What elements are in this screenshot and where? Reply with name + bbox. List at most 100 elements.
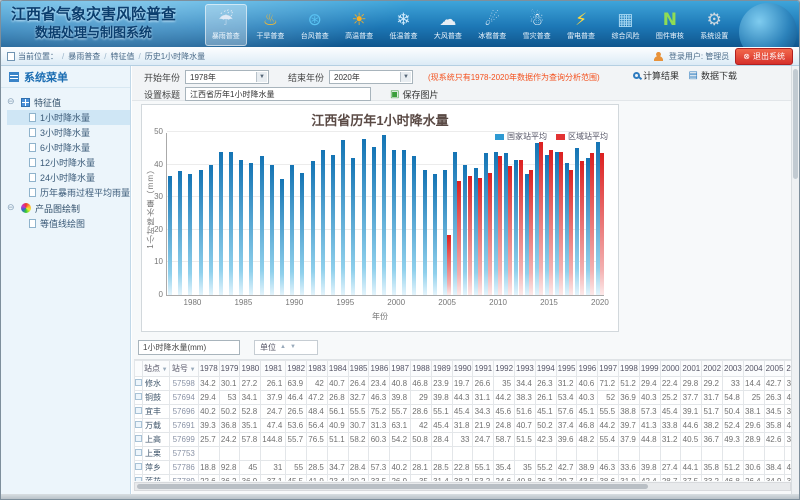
row-expand-icon[interactable] xyxy=(135,449,142,456)
row-expander-cell[interactable] xyxy=(135,419,143,433)
value-cell: 51.7 xyxy=(702,405,723,419)
value-cell: 44.8 xyxy=(639,433,660,447)
value-cell: 35.8 xyxy=(764,419,785,433)
row-expander-cell[interactable] xyxy=(135,433,143,447)
bar-national-1987 xyxy=(260,156,264,295)
scrollbar-thumb[interactable] xyxy=(137,484,648,489)
table-row[interactable]: 上栗57753 xyxy=(135,447,792,461)
table-row[interactable]: 万载5769139.336.835.147.453.656.440.930.73… xyxy=(135,419,792,433)
toolbar-item-hail[interactable]: ☄冰雹普查 xyxy=(472,4,513,46)
value-cell: 34.7 xyxy=(327,461,348,475)
toolbar-item-audit[interactable]: N图件审核 xyxy=(649,4,690,46)
year-column-header: 1999 xyxy=(639,361,660,377)
value-cell: 31 xyxy=(261,461,286,475)
scrollbar-thumb[interactable] xyxy=(793,69,798,179)
sidebar-item-历年暴雨过程平均雨量[interactable]: 历年暴雨过程平均雨量 xyxy=(7,185,130,200)
sort-icon[interactable]: ▼ xyxy=(188,367,196,373)
sidebar-item-6小时降水量[interactable]: 6小时降水量 xyxy=(7,140,130,155)
tree-group-1[interactable]: ⊖产品图绘制 xyxy=(7,200,130,216)
row-expand-icon[interactable] xyxy=(135,421,142,428)
value-cell: 35 xyxy=(494,377,515,391)
tree-expander-icon[interactable]: ⊖ xyxy=(7,203,17,213)
tree-group-0[interactable]: ⊖特征值 xyxy=(7,94,130,110)
unit-filter[interactable]: 单位 ▲ ▼ xyxy=(254,340,318,355)
sort-icon[interactable]: ▼ xyxy=(160,367,168,373)
save-image-button[interactable]: ▣ 保存图片 xyxy=(390,88,438,101)
value-cell: 36.9 xyxy=(240,475,261,482)
data-table: 站点 ▼站号 ▼19781979198019811982198319841985… xyxy=(134,360,791,481)
bar-national-1982 xyxy=(209,165,213,295)
breadcrumb-item[interactable]: 历史1小时降水量 xyxy=(145,52,205,61)
value-cell xyxy=(660,447,681,461)
value-cell: 45.4 xyxy=(431,419,452,433)
toolbar-item-drought[interactable]: ♨干旱普查 xyxy=(250,4,291,46)
value-cell: 38.9 xyxy=(577,461,598,475)
toolbar-item-gale[interactable]: ☁大风普查 xyxy=(427,4,468,46)
table-row[interactable]: 上高5769925.724.257.8144.855.776.551.158.2… xyxy=(135,433,792,447)
row-expander-cell[interactable] xyxy=(135,377,143,391)
settings-icon: ⚙ xyxy=(707,10,722,32)
calc-result-button[interactable]: 计算结果 xyxy=(633,69,679,82)
main-vertical-scrollbar[interactable] xyxy=(791,66,799,494)
toolbar-item-risk[interactable]: ▦综合风险 xyxy=(605,4,646,46)
value-cell: 51.2 xyxy=(723,461,744,475)
end-year-select[interactable]: 2020年 ▼ xyxy=(329,70,413,84)
sidebar-item-1小时降水量[interactable]: 1小时降水量 xyxy=(7,110,130,125)
toolbar-item-settings[interactable]: ⚙系统设置 xyxy=(694,4,735,46)
toolbar-item-lightning[interactable]: ⚡雷电普查 xyxy=(560,4,601,46)
breadcrumb-item[interactable]: 暴雨普查 xyxy=(68,52,100,61)
row-expander-cell[interactable] xyxy=(135,391,143,405)
breadcrumb-item[interactable]: 特征值 xyxy=(110,52,134,61)
year-column-header: 1988 xyxy=(411,361,432,377)
toolbar-item-high-temp[interactable]: ☀高温普查 xyxy=(338,4,379,46)
value-cell: 37.7 xyxy=(681,391,702,405)
chart-title-input[interactable] xyxy=(185,87,371,101)
row-expander-cell[interactable] xyxy=(135,475,143,482)
x-tick-label: 2005 xyxy=(432,298,462,307)
sidebar-item-24小时降水量[interactable]: 24小时降水量 xyxy=(7,170,130,185)
toolbar-item-typhoon[interactable]: ⊛台风普查 xyxy=(294,4,335,46)
station-id-cell: 57696 xyxy=(169,405,198,419)
row-expand-icon[interactable] xyxy=(135,435,142,442)
x-tick-label: 2020 xyxy=(585,298,615,307)
sidebar-title: 系统菜单 xyxy=(1,66,130,88)
bar-regional-2011 xyxy=(508,166,512,295)
row-expander-cell[interactable] xyxy=(135,447,143,461)
toolbar-item-low-temp[interactable]: ❄低温普查 xyxy=(383,4,424,46)
tree-expander-icon[interactable]: ⊖ xyxy=(7,97,17,107)
row-expand-icon[interactable] xyxy=(135,393,142,400)
sidebar-item-等值线绘图[interactable]: 等值线绘图 xyxy=(7,216,130,231)
row-expand-icon[interactable] xyxy=(135,379,142,386)
sidebar-item-3小时降水量[interactable]: 3小时降水量 xyxy=(7,125,130,140)
table-row[interactable]: 修水5759834.230.127.226.163.94240.726.423.… xyxy=(135,377,792,391)
value-cell: 29 xyxy=(411,391,432,405)
row-expand-icon[interactable] xyxy=(135,477,142,481)
row-expand-icon[interactable] xyxy=(135,463,142,470)
value-cell: 29.4 xyxy=(198,391,219,405)
table-row[interactable]: 莲花5778922.636.236.937.145.541.923.430.23… xyxy=(135,475,792,482)
data-download-button[interactable]: ▤ 数据下载 xyxy=(689,69,737,82)
table-row[interactable]: 铜鼓5769429.45334.137.946.447.226.832.746.… xyxy=(135,391,792,405)
x-tick-label: 2010 xyxy=(483,298,513,307)
logout-button[interactable]: ⊗ 退出系统 xyxy=(735,48,793,65)
station-column-header: 站点 ▼ xyxy=(143,361,170,377)
toolbar-item-rainstorm[interactable]: ☔暴雨普查 xyxy=(205,4,247,46)
table-row[interactable]: 宜丰5769640.250.252.824.726.548.456.155.57… xyxy=(135,405,792,419)
page-icon xyxy=(29,188,36,197)
value-cell: 55.1 xyxy=(473,461,494,475)
value-cell: 38.1 xyxy=(743,405,764,419)
app-title: 江西省气象灾害风险普查 数据处理与制图系统 xyxy=(11,5,176,41)
value-cell: 53 xyxy=(219,391,240,405)
row-expand-icon[interactable] xyxy=(135,407,142,414)
value-cell: 53.4 xyxy=(556,391,577,405)
start-year-select[interactable]: 1978年 ▼ xyxy=(185,70,269,84)
value-cell xyxy=(681,447,702,461)
toolbar-item-snow[interactable]: ☃雪灾普查 xyxy=(516,4,557,46)
row-expander-cell[interactable] xyxy=(135,405,143,419)
data-type-box[interactable]: 1小时降水量(mm) xyxy=(138,340,240,355)
table-row[interactable]: 萍乡5778618.892.845315528.534.728.457.340.… xyxy=(135,461,792,475)
table-horizontal-scrollbar[interactable] xyxy=(134,482,791,491)
sidebar-item-12小时降水量[interactable]: 12小时降水量 xyxy=(7,155,130,170)
value-cell: 45.1 xyxy=(577,405,598,419)
row-expander-cell[interactable] xyxy=(135,461,143,475)
